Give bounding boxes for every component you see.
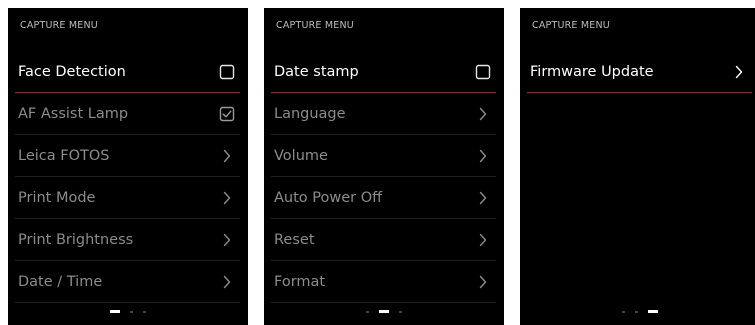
menu-item-date-time[interactable]: Date / Time bbox=[15, 261, 240, 303]
page-dot-active bbox=[110, 310, 120, 313]
chevron-right-icon bbox=[474, 147, 492, 165]
page-dot bbox=[399, 310, 402, 313]
page-dot bbox=[622, 310, 625, 313]
chevron-right-icon bbox=[474, 105, 492, 123]
menu-header: CAPTURE MENU bbox=[532, 20, 610, 31]
menu-item-af-assist-lamp[interactable]: AF Assist Lamp bbox=[15, 93, 240, 135]
menu-list: Firmware Update bbox=[520, 51, 755, 93]
menu-list: Face Detection AF Assist Lamp Leica FOTOS P… bbox=[8, 51, 248, 303]
menu-item-label: Face Detection bbox=[18, 63, 126, 80]
menu-item-face-detection[interactable]: Face Detection bbox=[15, 51, 240, 93]
page-indicator bbox=[264, 310, 504, 313]
menu-item-label: Print Brightness bbox=[18, 231, 134, 248]
menu-item-firmware-update[interactable]: Firmware Update bbox=[527, 51, 752, 93]
page-dot bbox=[366, 310, 369, 313]
page-dot bbox=[130, 310, 133, 313]
menu-screen-page-3: CAPTURE MENU Firmware Update bbox=[520, 8, 755, 325]
menu-item-label: Language bbox=[274, 105, 346, 122]
page-dot bbox=[143, 310, 146, 313]
menu-item-leica-fotos[interactable]: Leica FOTOS bbox=[15, 135, 240, 177]
menu-item-reset[interactable]: Reset bbox=[271, 219, 496, 261]
checkbox-checked-icon[interactable] bbox=[218, 105, 236, 123]
chevron-right-icon bbox=[218, 147, 236, 165]
menu-item-label: Auto Power Off bbox=[274, 189, 383, 206]
chevron-right-icon bbox=[730, 63, 748, 81]
chevron-right-icon bbox=[218, 231, 236, 249]
chevron-right-icon bbox=[218, 273, 236, 291]
chevron-right-icon bbox=[218, 189, 236, 207]
menu-item-language[interactable]: Language bbox=[271, 93, 496, 135]
menu-item-print-mode[interactable]: Print Mode bbox=[15, 177, 240, 219]
checkbox-icon[interactable] bbox=[474, 63, 492, 81]
chevron-right-icon bbox=[474, 231, 492, 249]
page-indicator bbox=[520, 310, 755, 313]
menu-screen-page-2: CAPTURE MENU Date stamp Language Volume Aut… bbox=[264, 8, 504, 325]
menu-item-label: Format bbox=[274, 273, 326, 290]
menu-item-label: Volume bbox=[274, 147, 328, 164]
menu-item-print-brightness[interactable]: Print Brightness bbox=[15, 219, 240, 261]
menu-item-label: Leica FOTOS bbox=[18, 147, 110, 164]
menu-item-volume[interactable]: Volume bbox=[271, 135, 496, 177]
menu-item-auto-power-off[interactable]: Auto Power Off bbox=[271, 177, 496, 219]
menu-screen-page-1: CAPTURE MENU Face Detection AF Assist Lam… bbox=[8, 8, 248, 325]
page-dot-active bbox=[648, 310, 658, 313]
menu-header: CAPTURE MENU bbox=[276, 20, 354, 31]
page-indicator bbox=[8, 310, 248, 313]
menu-item-label: Print Mode bbox=[18, 189, 96, 206]
chevron-right-icon bbox=[474, 273, 492, 291]
menu-item-label: Reset bbox=[274, 231, 315, 248]
chevron-right-icon bbox=[474, 189, 492, 207]
page-dot bbox=[635, 310, 638, 313]
page-dot-active bbox=[379, 310, 389, 313]
menu-item-label: AF Assist Lamp bbox=[18, 105, 129, 122]
menu-item-label: Date stamp bbox=[274, 63, 359, 80]
menu-item-label: Firmware Update bbox=[530, 63, 654, 80]
menu-item-date-stamp[interactable]: Date stamp bbox=[271, 51, 496, 93]
checkbox-icon[interactable] bbox=[218, 63, 236, 81]
menu-item-label: Date / Time bbox=[18, 273, 103, 290]
menu-item-format[interactable]: Format bbox=[271, 261, 496, 303]
menu-header: CAPTURE MENU bbox=[20, 20, 98, 31]
menu-list: Date stamp Language Volume Auto Power Off Re… bbox=[264, 51, 504, 303]
